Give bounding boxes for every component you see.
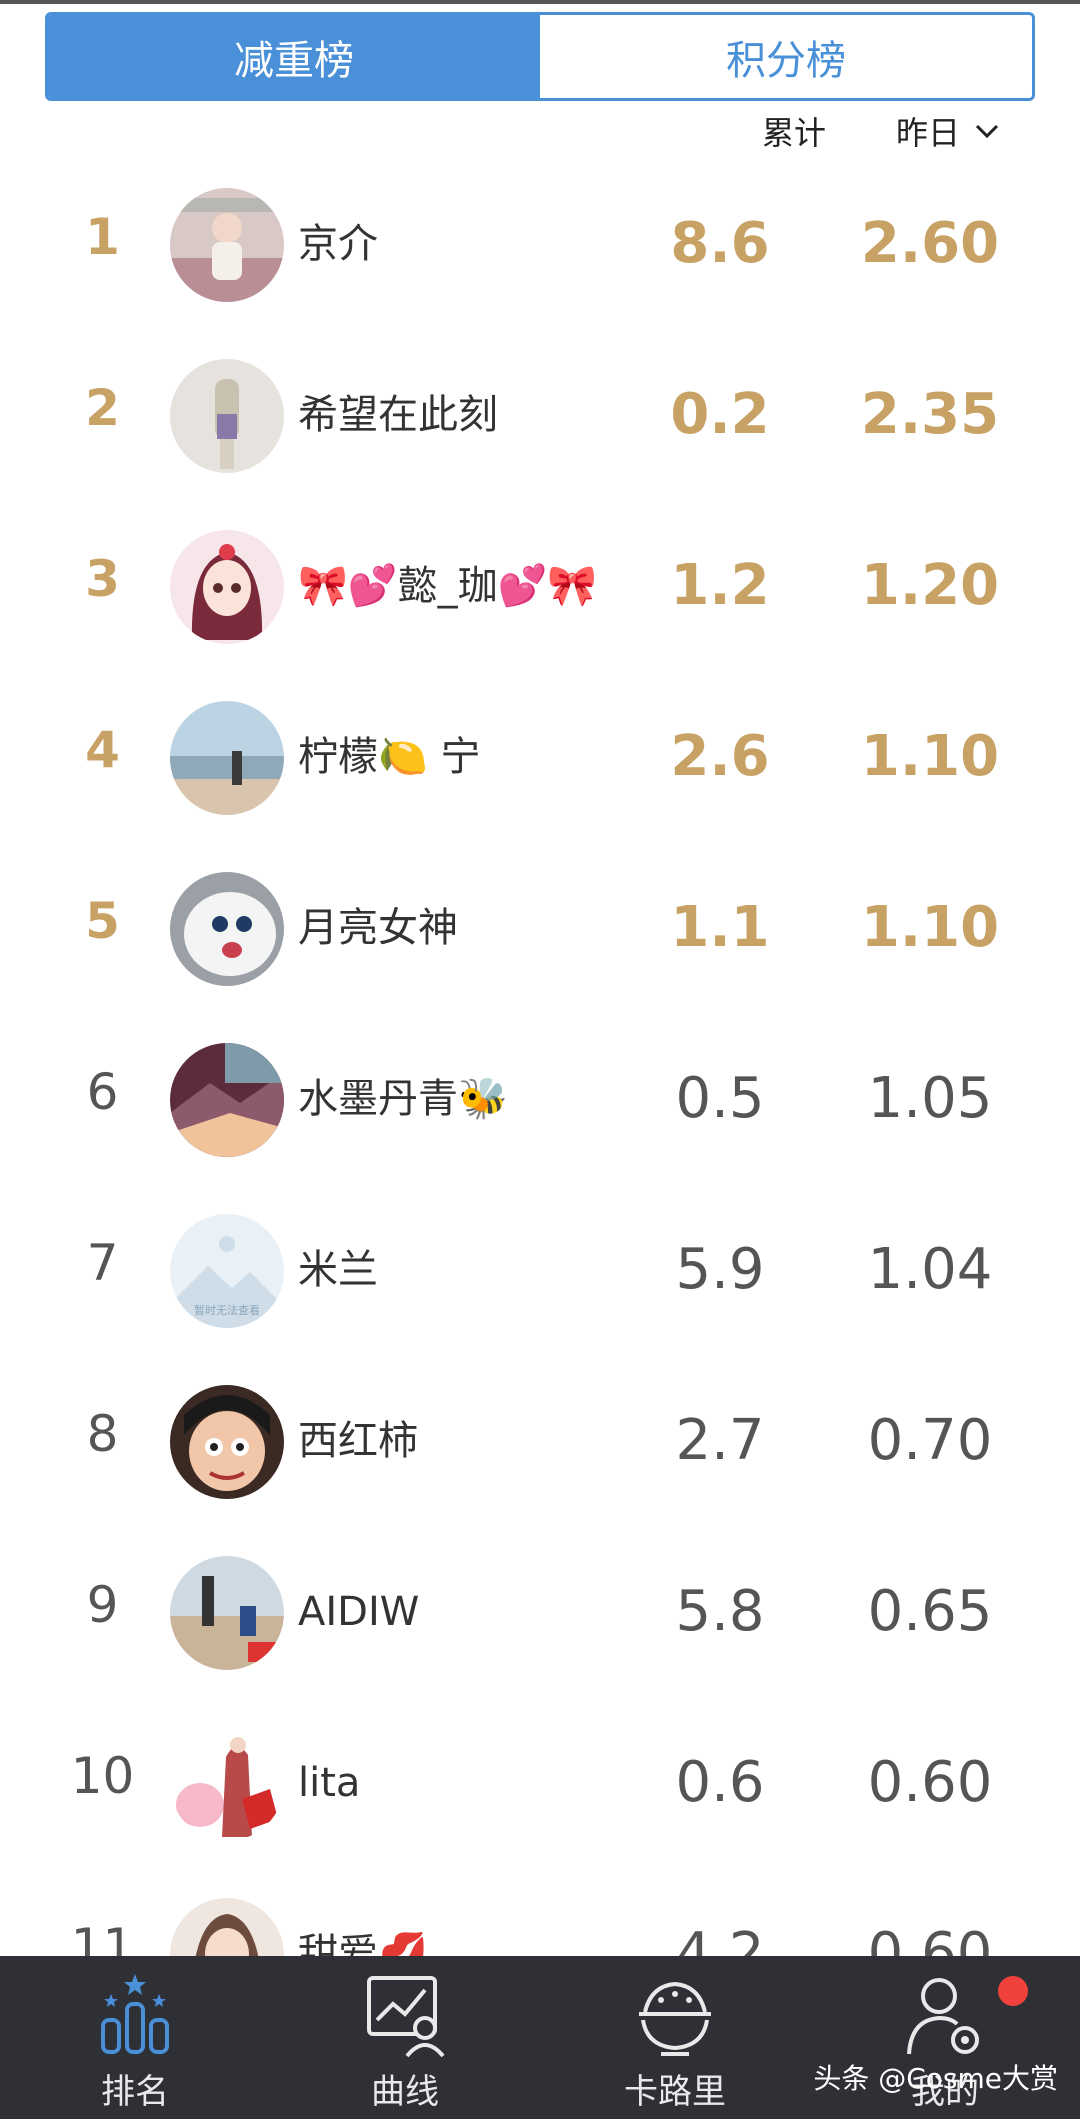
- avatar[interactable]: [170, 188, 284, 302]
- column-header-total[interactable]: 累计: [762, 108, 826, 154]
- avatar[interactable]: [170, 701, 284, 815]
- total-value: 2.6: [670, 724, 770, 789]
- total-value: 0.5: [675, 1066, 765, 1131]
- image-unavailable-text: 暂时无法查看: [194, 1303, 260, 1317]
- total-value: 4.2: [675, 1921, 765, 1956]
- total-value: 5.8: [675, 1579, 765, 1644]
- rank-number: 3: [85, 550, 120, 608]
- list-item[interactable]: 10 lita 0.6 0.60: [0, 1699, 1080, 1870]
- user-name: 甜爱💋: [298, 1931, 428, 1956]
- user-name: 月亮女神: [298, 905, 458, 951]
- yesterday-value: 2.35: [860, 382, 1000, 447]
- user-name: AIDIW: [298, 1589, 420, 1635]
- chart-user-icon: [367, 1976, 445, 2058]
- total-value: 8.6: [670, 211, 770, 276]
- user-name: 水墨丹青🐝: [298, 1076, 508, 1122]
- avatar[interactable]: [170, 872, 284, 986]
- user-settings-icon: [907, 1978, 979, 2055]
- column-header-yesterday-sort[interactable]: 昨日: [896, 108, 1000, 154]
- total-value: 5.9: [675, 1237, 765, 1302]
- rice-bowl-icon: [639, 1981, 711, 2056]
- list-item[interactable]: 9 AIDIW 5.8 0.65: [0, 1528, 1080, 1699]
- yesterday-value: 1.10: [860, 895, 1000, 960]
- notification-badge: [998, 1976, 1028, 2006]
- ranking-icon: [101, 1974, 169, 2054]
- rank-number: 7: [86, 1234, 119, 1292]
- bottom-navigation: 排名 曲线 卡路里 我的 头条 @Cosme大赏: [0, 1956, 1080, 2119]
- user-name: 🎀💕懿_珈💕🎀: [298, 563, 598, 609]
- yesterday-value: 0.70: [867, 1408, 993, 1473]
- avatar[interactable]: [170, 530, 284, 644]
- list-item[interactable]: 2 希望在此刻 0.2 2.35: [0, 331, 1080, 502]
- list-item[interactable]: 7 暂时无法查看 米兰 5.9 1.04: [0, 1186, 1080, 1357]
- nav-tab-curve[interactable]: 曲线: [270, 1956, 540, 2119]
- list-item[interactable]: 8 西红柿 2.7 0.70: [0, 1357, 1080, 1528]
- avatar[interactable]: [170, 1385, 284, 1499]
- total-value: 1.2: [670, 553, 770, 618]
- rank-number: 8: [86, 1405, 119, 1463]
- yesterday-value: 1.05: [867, 1066, 993, 1131]
- rank-number: 6: [86, 1063, 119, 1121]
- yesterday-value: 2.60: [860, 211, 1000, 276]
- rank-number: 10: [70, 1747, 135, 1805]
- nav-label: 曲线: [371, 2072, 439, 2112]
- column-header-yesterday-label: 昨日: [896, 114, 961, 152]
- avatar[interactable]: [170, 1556, 284, 1670]
- yesterday-value: 1.10: [860, 724, 1000, 789]
- tab-points-ranking[interactable]: 积分榜: [540, 15, 1032, 98]
- user-name: 米兰: [298, 1247, 378, 1293]
- list-item[interactable]: 6 水墨丹青🐝 0.5 1.05: [0, 1015, 1080, 1186]
- rank-number: 5: [85, 892, 120, 950]
- total-value: 2.7: [675, 1408, 765, 1473]
- total-value: 1.1: [670, 895, 770, 960]
- yesterday-value: 0.60: [867, 1750, 993, 1815]
- list-item[interactable]: 5 月亮女神 1.1 1.10: [0, 844, 1080, 1015]
- user-name: 京介: [298, 221, 378, 267]
- list-item[interactable]: 3 🎀💕懿_珈💕🎀 1.2 1.20: [0, 502, 1080, 673]
- nav-label: 卡路里: [624, 2072, 726, 2112]
- total-value: 0.2: [670, 382, 770, 447]
- yesterday-value: 1.04: [867, 1237, 993, 1302]
- yesterday-value: 0.60: [867, 1921, 993, 1956]
- rank-number: 9: [86, 1576, 119, 1634]
- tab-weight-loss-ranking[interactable]: 减重榜: [48, 15, 540, 98]
- user-name: 西红柿: [298, 1418, 418, 1464]
- nav-tab-calorie[interactable]: 卡路里: [540, 1956, 810, 2119]
- rank-number: 4: [85, 721, 120, 779]
- avatar[interactable]: [170, 1727, 284, 1841]
- rank-number: 2: [85, 379, 120, 437]
- rank-number: 11: [70, 1918, 135, 1956]
- chevron-down-icon: [975, 124, 999, 139]
- user-name: 希望在此刻: [298, 392, 498, 438]
- avatar[interactable]: [170, 1898, 284, 1956]
- ranking-list[interactable]: 1 京介 8.6 2.60 2 希望在此刻 0.2 2.35 3 🎀💕懿_珈💕🎀…: [0, 160, 1080, 1956]
- watermark: 头条 @Cosme大赏: [813, 2062, 1058, 2095]
- avatar[interactable]: [170, 359, 284, 473]
- avatar[interactable]: [170, 1043, 284, 1157]
- total-value: 0.6: [675, 1750, 765, 1815]
- yesterday-value: 0.65: [867, 1579, 993, 1644]
- list-item[interactable]: 1 京介 8.6 2.60: [0, 160, 1080, 331]
- user-name: 柠檬🍋 宁: [298, 734, 481, 780]
- rank-number: 1: [85, 208, 120, 266]
- user-name: lita: [298, 1760, 361, 1806]
- list-item[interactable]: 4 柠檬🍋 宁 2.6 1.10: [0, 673, 1080, 844]
- ranking-type-switch: 减重榜 积分榜: [45, 12, 1035, 101]
- list-item[interactable]: 11 甜爱💋 4.2 0.60: [0, 1870, 1080, 1956]
- nav-tab-rank[interactable]: 排名: [0, 1956, 270, 2119]
- yesterday-value: 1.20: [860, 553, 1000, 618]
- avatar[interactable]: 暂时无法查看: [170, 1214, 284, 1328]
- top-divider: [0, 0, 1080, 4]
- nav-label: 排名: [101, 2072, 169, 2112]
